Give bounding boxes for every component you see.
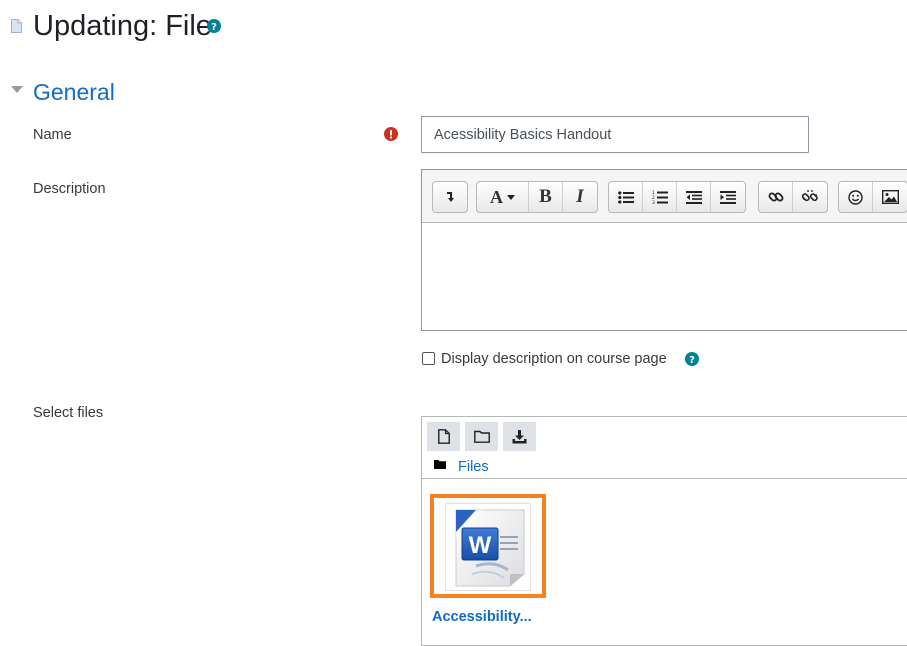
create-folder-icon [473, 430, 490, 443]
italic-button[interactable]: I [563, 182, 597, 212]
file-icon [11, 19, 22, 33]
image-button[interactable] [873, 182, 907, 212]
name-input[interactable] [421, 116, 809, 153]
file-name-link[interactable]: Accessibility... [432, 607, 532, 627]
ordered-list-icon: 1 2 3 [652, 190, 668, 204]
italic-icon: I [576, 186, 584, 207]
download-icon [512, 429, 527, 443]
ordered-list-button[interactable]: 1 2 3 [643, 182, 677, 212]
outdent-button[interactable] [677, 182, 711, 212]
toolbar-group-list: 1 2 3 [608, 181, 746, 213]
description-label: Description [33, 181, 106, 197]
page-title: Updating: File [33, 10, 212, 42]
folder-icon [434, 460, 446, 469]
download-button[interactable] [503, 422, 536, 451]
indent-button[interactable] [711, 182, 745, 212]
unordered-list-icon [617, 190, 634, 204]
toolbar-group-links [758, 181, 828, 213]
emoji-icon [848, 189, 863, 205]
display-description-checkbox[interactable] [422, 352, 435, 365]
svg-text:3: 3 [652, 200, 655, 204]
unordered-list-button[interactable] [609, 182, 643, 212]
word-document-icon: W [455, 509, 525, 587]
unlink-button[interactable] [793, 182, 827, 212]
description-editor: A B I 1 2 3 [421, 169, 907, 331]
exclamation-circle-icon [384, 127, 398, 141]
paragraph-styles-icon: A [490, 187, 515, 208]
paragraph-styles-button[interactable]: A [477, 182, 529, 212]
add-file-button[interactable] [427, 422, 460, 451]
indent-icon [720, 190, 736, 204]
question-circle-icon[interactable]: ? [207, 19, 221, 33]
toolbar-group-style: A B I [476, 181, 598, 213]
file-manager-toolbar: Files [422, 417, 907, 479]
name-label: Name [33, 127, 72, 143]
collapse-button[interactable] [433, 182, 467, 212]
svg-text:?: ? [211, 22, 217, 33]
add-file-icon [437, 429, 450, 444]
display-description-label[interactable]: Display description on course page [441, 349, 667, 369]
create-folder-button[interactable] [465, 422, 498, 451]
description-textarea[interactable] [422, 223, 907, 330]
breadcrumb-files[interactable]: Files [458, 458, 489, 476]
file-item[interactable]: W [430, 494, 546, 598]
editor-toolbar: A B I 1 2 3 [422, 170, 907, 223]
collapse-icon [447, 192, 454, 202]
emoji-button[interactable] [839, 182, 873, 212]
section-title-general[interactable]: General [33, 77, 115, 107]
file-thumbnail[interactable]: W [445, 503, 531, 591]
unlink-icon [802, 190, 818, 202]
question-circle-icon[interactable]: ? [685, 352, 699, 366]
svg-text:W: W [469, 532, 492, 559]
svg-text:?: ? [689, 355, 695, 366]
bold-button[interactable]: B [529, 182, 563, 212]
caret-down-icon[interactable] [11, 86, 23, 93]
select-files-label: Select files [33, 405, 104, 421]
toolbar-group-misc [432, 181, 468, 213]
bold-icon: B [539, 186, 552, 207]
image-icon [881, 190, 899, 204]
toolbar-group-insert [838, 181, 907, 213]
link-button[interactable] [759, 182, 793, 212]
outdent-icon [685, 190, 702, 204]
link-icon [768, 192, 783, 202]
